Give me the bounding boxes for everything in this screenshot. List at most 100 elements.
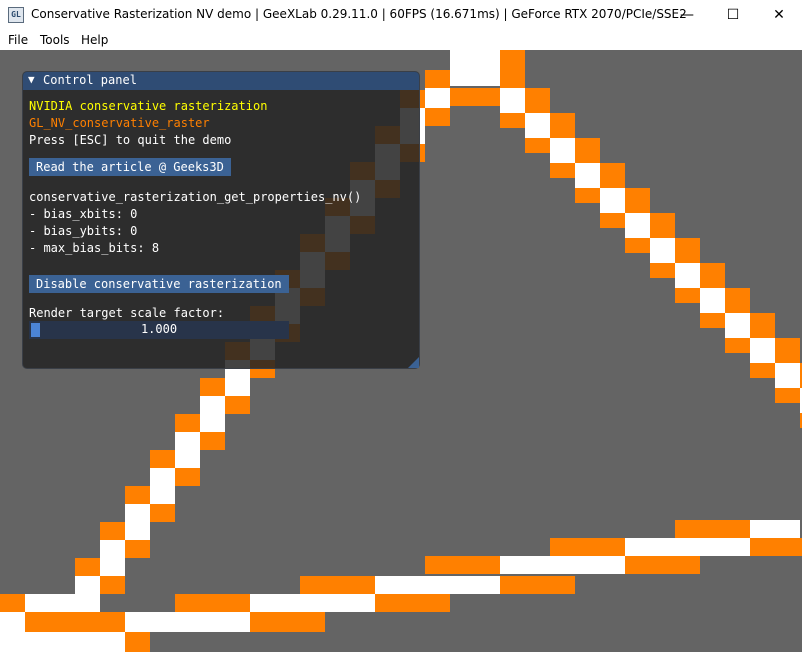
raster-pixel-block bbox=[150, 468, 175, 486]
control-panel-title: Control panel bbox=[43, 73, 137, 87]
raster-pixel-block bbox=[225, 396, 250, 414]
raster-pixel-block bbox=[500, 68, 525, 88]
scale-factor-slider[interactable]: 1.000 bbox=[29, 321, 289, 339]
raster-pixel-block bbox=[675, 520, 750, 538]
raster-pixel-block bbox=[200, 396, 225, 414]
menu-help[interactable]: Help bbox=[81, 33, 108, 47]
raster-pixel-block bbox=[200, 414, 225, 432]
toggle-conservative-button[interactable]: Disable conservative rasterization bbox=[29, 275, 289, 293]
raster-pixel-block bbox=[75, 594, 100, 612]
vendor-label: NVIDIA conservative rasterization bbox=[29, 99, 268, 113]
close-button[interactable]: ✕ bbox=[756, 0, 802, 30]
resize-grip-icon[interactable] bbox=[408, 357, 419, 368]
raster-pixel-block bbox=[700, 263, 725, 288]
title-bar[interactable]: GL Conservative Rasterization NV demo | … bbox=[0, 0, 802, 30]
raster-pixel-block bbox=[650, 238, 675, 263]
raster-pixel-block bbox=[575, 188, 600, 203]
raster-pixel-block bbox=[675, 288, 700, 303]
collapse-triangle-icon[interactable]: ▼ bbox=[28, 73, 35, 86]
raster-pixel-block bbox=[0, 612, 25, 652]
raster-pixel-block bbox=[125, 540, 150, 558]
raster-pixel-block bbox=[750, 538, 802, 556]
raster-pixel-block bbox=[75, 576, 100, 594]
raster-pixel-block bbox=[525, 88, 550, 113]
minimize-icon: — bbox=[680, 7, 694, 23]
render-viewport[interactable]: ▼ Control panel NVIDIA conservative rast… bbox=[0, 50, 802, 652]
control-panel-header[interactable]: ▼ Control panel bbox=[23, 72, 419, 90]
maximize-button[interactable]: ☐ bbox=[710, 0, 756, 30]
raster-pixel-block bbox=[25, 632, 125, 652]
raster-pixel-block bbox=[100, 522, 125, 540]
menu-tools[interactable]: Tools bbox=[40, 33, 70, 47]
raster-pixel-block bbox=[425, 556, 500, 574]
raster-pixel-block bbox=[750, 363, 775, 378]
raster-pixel-block bbox=[150, 486, 175, 504]
raster-pixel-block bbox=[450, 88, 500, 106]
raster-pixel-block bbox=[500, 576, 575, 594]
raster-pixel-block bbox=[425, 88, 450, 106]
scale-factor-label: Render target scale factor: bbox=[29, 306, 225, 320]
raster-pixel-block bbox=[150, 504, 175, 522]
raster-pixel-block bbox=[100, 576, 125, 594]
raster-pixel-block bbox=[125, 612, 250, 632]
raster-pixel-block bbox=[750, 520, 800, 538]
raster-pixel-block bbox=[625, 188, 650, 213]
bias-xbits-value: - bias_xbits: 0 bbox=[29, 207, 138, 221]
raster-pixel-block bbox=[375, 594, 450, 612]
read-article-button[interactable]: Read the article @ Geeks3D bbox=[29, 158, 231, 176]
raster-pixel-block bbox=[200, 432, 225, 450]
raster-pixel-block bbox=[150, 450, 175, 468]
raster-pixel-block bbox=[0, 594, 25, 612]
raster-pixel-block bbox=[175, 450, 200, 468]
raster-pixel-block bbox=[700, 288, 725, 313]
raster-pixel-block bbox=[175, 594, 250, 612]
max-bias-bits-value: - max_bias_bits: 8 bbox=[29, 241, 160, 255]
raster-pixel-block bbox=[775, 338, 800, 363]
raster-pixel-block bbox=[175, 432, 200, 450]
menu-file[interactable]: File bbox=[8, 33, 28, 47]
app-logo-icon: GL bbox=[8, 7, 24, 23]
raster-pixel-block bbox=[625, 538, 750, 556]
raster-pixel-block bbox=[700, 313, 725, 328]
properties-heading: conservative_rasterization_get_propertie… bbox=[29, 190, 362, 204]
raster-pixel-block bbox=[100, 558, 125, 576]
raster-pixel-block bbox=[125, 522, 150, 540]
raster-pixel-block bbox=[625, 213, 650, 238]
raster-pixel-block bbox=[650, 263, 675, 278]
raster-pixel-block bbox=[175, 468, 200, 486]
raster-pixel-block bbox=[550, 163, 575, 178]
raster-pixel-block bbox=[500, 113, 525, 128]
scale-factor-value: 1.000 bbox=[140, 322, 178, 336]
raster-pixel-block bbox=[650, 213, 675, 238]
raster-pixel-block bbox=[600, 188, 625, 213]
raster-pixel-block bbox=[125, 632, 150, 652]
bias-ybits-value: - bias_ybits: 0 bbox=[29, 224, 138, 238]
raster-pixel-block bbox=[450, 50, 500, 68]
raster-pixel-block bbox=[425, 70, 450, 88]
raster-pixel-block bbox=[550, 538, 625, 556]
raster-pixel-block bbox=[25, 594, 75, 612]
window-title: Conservative Rasterization NV demo | Gee… bbox=[31, 7, 687, 21]
raster-pixel-block bbox=[250, 594, 375, 612]
control-panel[interactable]: ▼ Control panel NVIDIA conservative rast… bbox=[22, 71, 420, 369]
raster-pixel-block bbox=[300, 576, 375, 594]
raster-pixel-block bbox=[100, 540, 125, 558]
app-window: GL Conservative Rasterization NV demo | … bbox=[0, 0, 802, 652]
raster-pixel-block bbox=[425, 108, 450, 126]
raster-pixel-block bbox=[625, 556, 700, 574]
raster-pixel-block bbox=[450, 68, 500, 86]
raster-pixel-block bbox=[25, 612, 125, 632]
raster-pixel-block bbox=[125, 486, 150, 504]
raster-pixel-block bbox=[675, 238, 700, 263]
raster-pixel-block bbox=[75, 558, 100, 576]
raster-pixel-block bbox=[575, 138, 600, 163]
raster-pixel-block bbox=[500, 50, 525, 68]
raster-pixel-block bbox=[600, 163, 625, 188]
raster-pixel-block bbox=[375, 576, 500, 594]
raster-pixel-block bbox=[725, 313, 750, 338]
minimize-button[interactable]: — bbox=[664, 0, 710, 30]
raster-pixel-block bbox=[225, 378, 250, 396]
raster-pixel-block bbox=[250, 612, 325, 632]
quit-hint: Press [ESC] to quit the demo bbox=[29, 133, 232, 147]
raster-pixel-block bbox=[675, 263, 700, 288]
